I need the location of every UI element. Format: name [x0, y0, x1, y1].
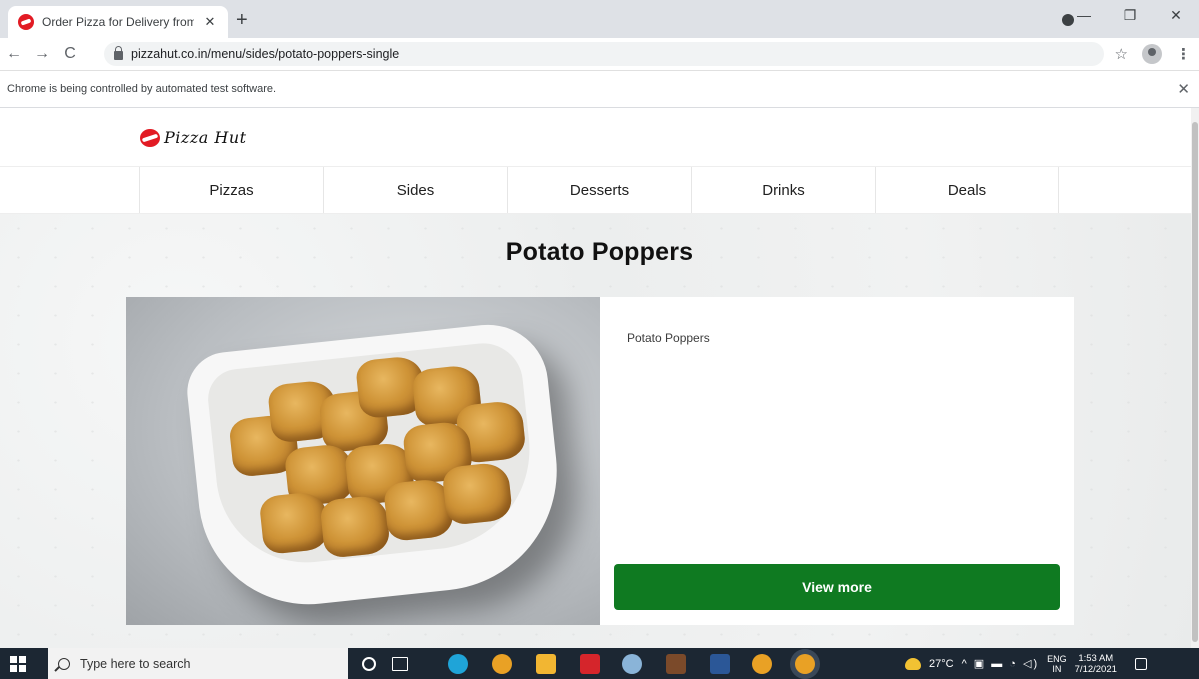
bowl-illustration [183, 318, 569, 616]
browser-tab-active[interactable]: Order Pizza for Delivery from Piz ✕ [8, 6, 228, 38]
profile-avatar-icon[interactable] [1142, 44, 1162, 64]
chrome-icon[interactable] [492, 654, 512, 674]
weather-icon[interactable] [905, 657, 921, 670]
clock-date: 7/12/2021 [1074, 663, 1117, 675]
taskbar-search-box[interactable]: Type here to search [48, 648, 348, 679]
web-page: Pizza Hut Pizzas Sides Desserts Drinks D… [0, 108, 1191, 648]
task-view-icon[interactable] [392, 657, 408, 671]
pizza-hut-wordmark: Pizza Hut [164, 128, 247, 147]
bookmark-star-icon[interactable]: ☆ [1115, 45, 1128, 63]
chrome-window-icon[interactable] [752, 654, 772, 674]
pizza-hut-favicon-icon [18, 14, 34, 30]
product-title: Potato Poppers [505, 238, 694, 266]
lang-line2: IN [1052, 663, 1062, 674]
product-image [126, 297, 600, 625]
tab-close-icon[interactable]: ✕ [202, 14, 218, 30]
scrollbar-thumb[interactable] [1192, 122, 1198, 642]
nav-item-deals[interactable]: Deals [875, 167, 1059, 213]
taskbar-clock[interactable]: 1:53 AM 7/12/2021 [1075, 653, 1117, 675]
search-icon [58, 657, 70, 670]
word-icon[interactable] [710, 654, 730, 674]
nav-item-sides[interactable]: Sides [323, 167, 507, 213]
nav-item-drinks[interactable]: Drinks [691, 167, 875, 213]
page-scrollbar[interactable] [1191, 108, 1199, 648]
forward-button[interactable]: → [28, 45, 56, 63]
notification-icon[interactable] [1134, 657, 1147, 670]
browser-tab-strip: Order Pizza for Delivery from Piz ✕ + — … [0, 0, 1199, 38]
reload-button[interactable]: C [56, 45, 84, 63]
site-header: Pizza Hut [0, 108, 1191, 166]
infobar-close-icon[interactable]: ✕ [1177, 80, 1190, 98]
window-controls: — ❐ ✕ [1061, 0, 1199, 30]
bowl-inside [205, 339, 540, 572]
back-button[interactable]: ← [0, 45, 28, 63]
acrobat-icon[interactable] [580, 654, 600, 674]
browser-toolbar: ← → C pizzahut.co.in/menu/sides/potato-p… [0, 38, 1199, 70]
lock-icon[interactable] [114, 46, 123, 60]
nav-item-desserts[interactable]: Desserts [507, 167, 691, 213]
view-more-button[interactable]: View more [614, 564, 1060, 610]
chrome-menu-icon[interactable]: ⋮ [1176, 45, 1191, 63]
paint-icon[interactable] [622, 654, 642, 674]
system-tray: 27°C ^ ▣ ▬ ◔ ◁) ENG IN 1:53 AM 7/12/2021 [905, 648, 1147, 679]
windows-start-icon[interactable] [10, 656, 26, 672]
nav-item-pizzas[interactable]: Pizzas [139, 167, 323, 213]
pizza-hut-roof-icon [140, 128, 160, 147]
restore-button[interactable]: ❐ [1107, 7, 1153, 24]
taskbar-search-placeholder[interactable]: Type here to search [80, 657, 190, 671]
potato-popper [441, 461, 514, 526]
windows-taskbar: Type here to search 27°C ^ ▣ ▬ ◔ ◁) ENG … [0, 648, 1199, 679]
potato-popper [319, 494, 391, 559]
temperature-text[interactable]: 27°C [929, 658, 954, 670]
product-card: Potato Poppers View more [600, 297, 1074, 625]
close-window-button[interactable]: ✕ [1153, 7, 1199, 24]
url-text[interactable]: pizzahut.co.in/menu/sides/potato-poppers… [131, 47, 399, 61]
product-description: Potato Poppers [627, 331, 710, 345]
cortana-icon[interactable] [362, 657, 376, 671]
main-navigation: Pizzas Sides Desserts Drinks Deals [0, 166, 1191, 214]
language-indicator[interactable]: ENG IN [1047, 654, 1067, 674]
tray-icons[interactable]: ^ ▣ ▬ ◔ ◁) [962, 657, 1040, 670]
automation-infobar: Chrome is being controlled by automated … [0, 70, 1199, 108]
lang-line1: ENG [1047, 653, 1067, 664]
clock-time: 1:53 AM [1078, 652, 1114, 664]
infobar-message: Chrome is being controlled by automated … [7, 83, 277, 95]
tab-title: Order Pizza for Delivery from Piz [42, 15, 194, 29]
file-explorer-icon[interactable] [536, 654, 556, 674]
product-section: Potato Poppers Potato Poppers View more [0, 214, 1191, 648]
toolbar-actions: ☆ ⋮ [1115, 44, 1191, 64]
chrome-active-icon[interactable] [795, 654, 815, 674]
new-tab-button[interactable]: + [236, 10, 248, 30]
edge-icon[interactable] [448, 654, 468, 674]
game-app-icon[interactable] [666, 654, 686, 674]
potato-popper [258, 490, 331, 556]
minimize-button[interactable]: — [1061, 7, 1107, 23]
pizza-hut-logo[interactable]: Pizza Hut [140, 128, 247, 147]
address-bar[interactable]: pizzahut.co.in/menu/sides/potato-poppers… [104, 42, 1104, 66]
